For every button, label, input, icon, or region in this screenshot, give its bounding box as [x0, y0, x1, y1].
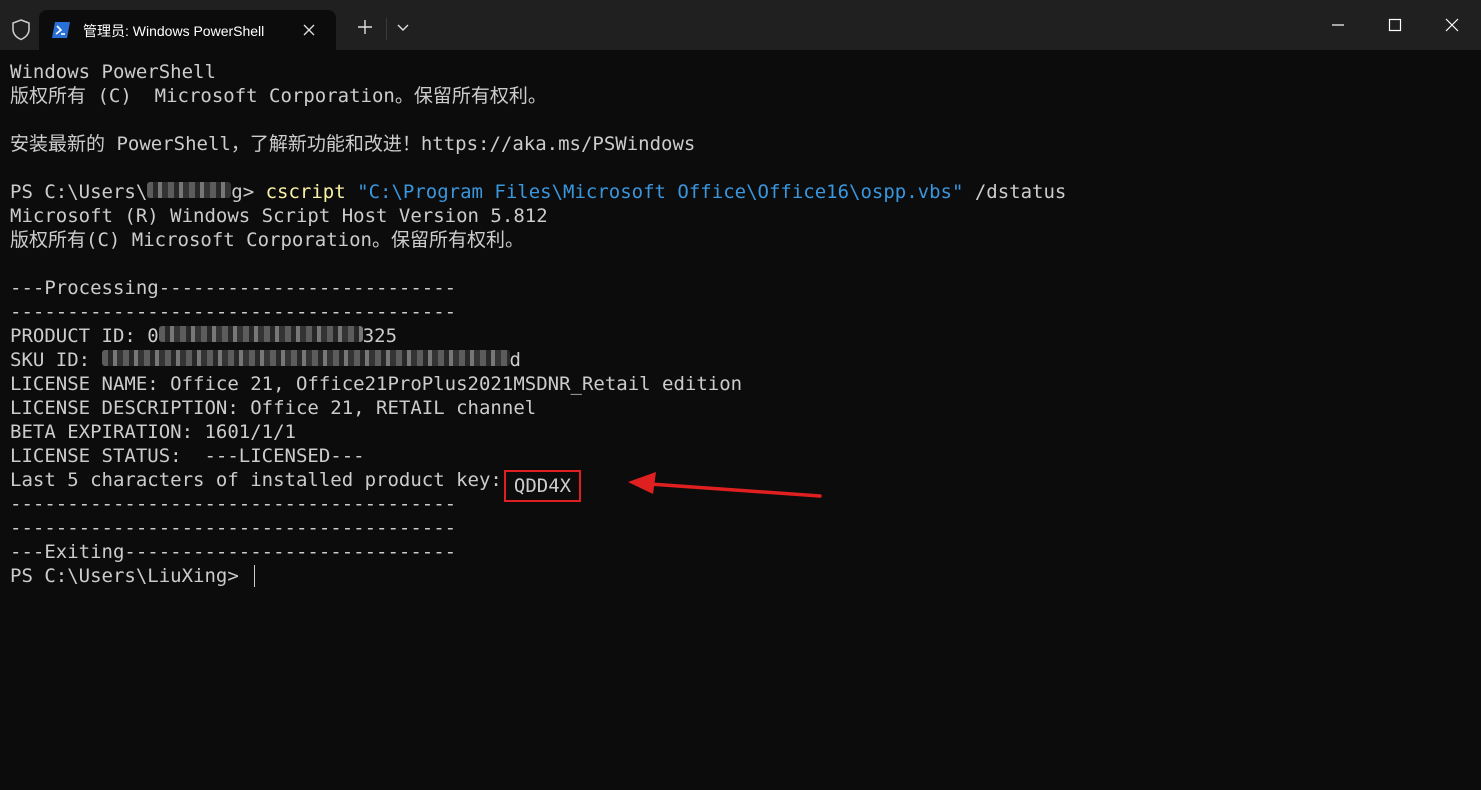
- terminal-output[interactable]: Windows PowerShell 版权所有 (C) Microsoft Co…: [10, 60, 1470, 780]
- tab-title: 管理员: Windows PowerShell: [83, 23, 265, 39]
- minimize-icon[interactable]: [1309, 0, 1367, 50]
- product-key-highlight: QDD4X: [503, 470, 582, 502]
- command-name: cscript: [265, 181, 346, 203]
- prompt-line[interactable]: PS C:\Users\LiuXing>: [10, 564, 1470, 588]
- product-key-label: Last 5 characters of installed product k…: [10, 469, 502, 491]
- exiting-line: ---Exiting-----------------------------: [10, 541, 457, 563]
- blurred-sku-id: 00000000-0000-0000-0000-0000000000: [101, 350, 510, 366]
- sku-id-tail: d: [509, 349, 521, 371]
- chevron-down-icon[interactable]: [390, 14, 416, 40]
- dash-line: ---------------------------------------: [10, 301, 457, 323]
- close-icon[interactable]: [301, 22, 317, 38]
- prompt-prefix: PS C:\Users\: [10, 181, 148, 203]
- close-icon[interactable]: [1423, 0, 1481, 50]
- tab-powershell[interactable]: 管理员: Windows PowerShell: [39, 10, 336, 50]
- product-id-label: PRODUCT ID: 0: [10, 325, 159, 347]
- license-status: LICENSE STATUS: ---LICENSED---: [10, 445, 365, 467]
- command-flag: /dstatus: [963, 181, 1067, 203]
- annotation-arrow-icon: [628, 472, 822, 498]
- command-line: PS C:\Users\l _g> cscript "C:\Program Fi…: [10, 180, 1470, 204]
- processing-line: ---Processing--------------------------: [10, 277, 457, 299]
- banner-install: 安装最新的 PowerShell，了解新功能和改进！https://aka.ms…: [10, 133, 696, 155]
- command-argument: "C:\Program Files\Microsoft Office\Offic…: [357, 181, 964, 203]
- terminal-window: 管理员: Windows PowerShell Windows PowerShe…: [0, 0, 1481, 790]
- sku-id-line: SKU ID: 00000000-0000-0000-0000-00000000…: [10, 348, 1470, 372]
- dash-line: ---------------------------------------: [10, 517, 457, 539]
- text-cursor: [254, 565, 256, 587]
- blurred-username: l _: [147, 182, 232, 198]
- tab-divider: [386, 18, 387, 40]
- plus-icon[interactable]: [352, 14, 378, 40]
- product-id-line: PRODUCT ID: 00000-00000-000-00325: [10, 324, 1470, 348]
- shield-icon: [9, 18, 33, 42]
- powershell-icon: [51, 21, 71, 39]
- banner-title: Windows PowerShell: [10, 61, 216, 83]
- wsh-version: Microsoft (R) Windows Script Host Versio…: [10, 205, 548, 227]
- beta-expiration: BETA EXPIRATION: 1601/1/1: [10, 421, 296, 443]
- sku-id-label: SKU ID:: [10, 349, 102, 371]
- license-description: LICENSE DESCRIPTION: Office 21, RETAIL c…: [10, 397, 537, 419]
- banner-copyright: 版权所有 (C) Microsoft Corporation。保留所有权利。: [10, 85, 547, 107]
- wsh-copyright: 版权所有(C) Microsoft Corporation。保留所有权利。: [10, 229, 524, 251]
- license-name: LICENSE NAME: Office 21, Office21ProPlus…: [10, 373, 743, 395]
- maximize-icon[interactable]: [1366, 0, 1424, 50]
- product-id-tail: 325: [362, 325, 398, 347]
- prompt: PS C:\Users\LiuXing>: [10, 565, 251, 587]
- title-bar[interactable]: 管理员: Windows PowerShell: [0, 0, 1481, 50]
- blurred-product-id: 0000-00000-000-00: [158, 326, 363, 342]
